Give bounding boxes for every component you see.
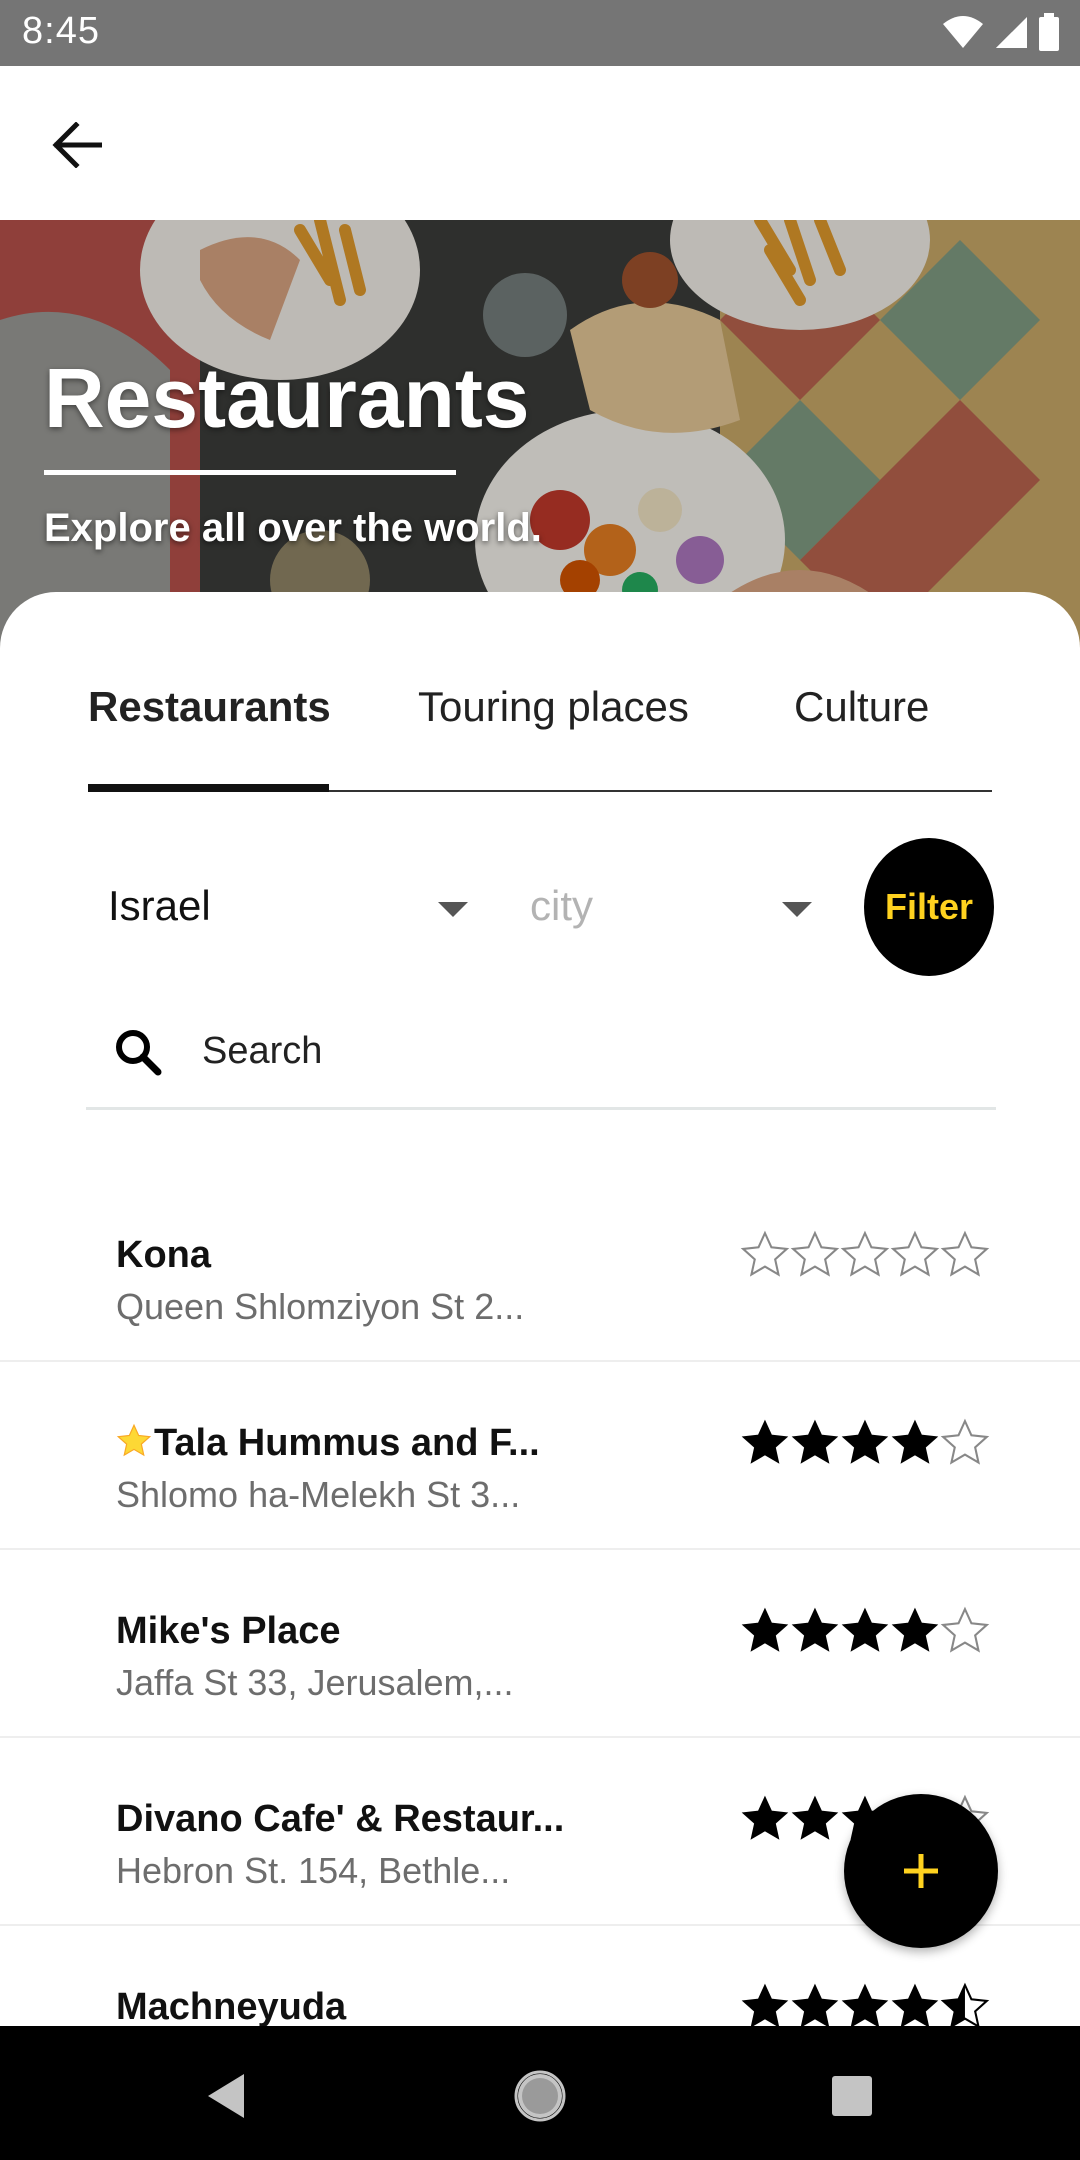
triangle-back-icon — [208, 2074, 244, 2118]
rating-star — [791, 1795, 839, 1840]
rating-star — [891, 1419, 939, 1464]
rating-star — [791, 1983, 839, 2026]
wifi-icon — [943, 16, 983, 48]
rating-star — [741, 1419, 789, 1464]
restaurant-name: Kona — [116, 1234, 211, 1277]
hero-subtitle: Explore all over the world. — [44, 506, 542, 550]
nav-home-button[interactable] — [500, 2056, 580, 2136]
rating-star — [741, 1795, 789, 1840]
restaurant-address: Hebron St. 154, Bethle... — [116, 1850, 511, 1891]
arrow-left-icon — [52, 122, 102, 168]
restaurant-name: Tala Hummus and F... — [116, 1422, 540, 1465]
hero-title: Restaurants — [44, 351, 530, 445]
rating-star — [940, 1230, 990, 1277]
city-placeholder: city — [530, 882, 593, 929]
chevron-down-icon — [782, 902, 812, 917]
nav-back-button[interactable] — [186, 2056, 266, 2136]
signal-icon — [996, 17, 1027, 48]
search-bar — [86, 992, 996, 1110]
rating-star — [841, 1983, 889, 2026]
search-input[interactable] — [202, 1014, 962, 1088]
square-recents-icon — [832, 2076, 872, 2116]
tab-culture[interactable]: Culture — [794, 672, 929, 790]
add-button[interactable] — [844, 1794, 998, 1948]
restaurant-name: Divano Cafe' & Restaur... — [116, 1798, 564, 1841]
hero-divider — [44, 470, 456, 475]
rating-star — [741, 1983, 789, 2026]
rating-star — [790, 1230, 840, 1277]
rating-star — [841, 1419, 889, 1464]
status-time: 8:45 — [22, 10, 100, 52]
rating-star — [940, 1418, 990, 1465]
category-tabs: Restaurants Touring places Culture — [88, 672, 992, 792]
system-nav-bar — [0, 2026, 1080, 2160]
chevron-down-icon — [438, 902, 468, 917]
rating-star — [791, 1419, 839, 1464]
tab-restaurants[interactable]: Restaurants — [88, 672, 331, 790]
list-item[interactable]: Mike's Place Jaffa St 33, Jerusalem,... — [0, 1550, 1080, 1738]
filter-row: Israel city Filter — [88, 838, 1000, 978]
restaurant-name-text: Mike's Place — [116, 1610, 341, 1652]
list-item[interactable]: Kona Queen Shlomziyon St 2... — [0, 1174, 1080, 1362]
hero-banner: Restaurants Explore all over the world. — [0, 220, 1080, 650]
rating-star — [741, 1607, 789, 1652]
rating-star — [891, 1607, 939, 1652]
star-rating — [741, 1982, 990, 2026]
restaurant-name: Mike's Place — [116, 1610, 341, 1653]
list-item[interactable]: Tala Hummus and F... Shlomo ha-Melekh St … — [0, 1362, 1080, 1550]
restaurant-address: Queen Shlomziyon St 2... — [116, 1286, 525, 1327]
circle-home-icon — [514, 2070, 566, 2122]
rating-star — [890, 1230, 940, 1277]
rating-star — [791, 1607, 839, 1652]
restaurant-name-text: Machneyuda — [116, 1986, 347, 2026]
rating-star — [940, 1606, 990, 1653]
city-dropdown[interactable]: city — [530, 852, 820, 956]
nav-recents-button[interactable] — [812, 2056, 892, 2136]
restaurant-name: Machneyuda — [116, 1986, 346, 2026]
star-rating — [740, 1230, 990, 1277]
plus-icon — [904, 1854, 938, 1888]
tab-touring-places[interactable]: Touring places — [418, 672, 689, 790]
restaurant-address: Shlomo ha-Melekh St 3... — [116, 1474, 521, 1515]
tab-indicator — [88, 784, 329, 792]
restaurant-name-text: Kona — [116, 1234, 211, 1276]
status-bar: 8:45 — [0, 0, 1080, 66]
filter-button[interactable]: Filter — [864, 838, 994, 976]
star-rating — [741, 1606, 990, 1653]
restaurant-name-text: Tala Hummus and F... — [154, 1422, 540, 1464]
restaurant-name-text: Divano Cafe' & Restaur... — [116, 1798, 565, 1840]
country-dropdown[interactable]: Israel — [88, 852, 478, 956]
restaurant-address: Jaffa St 33, Jerusalem,... — [116, 1662, 514, 1703]
rating-star — [740, 1230, 790, 1277]
featured-star-icon — [116, 1423, 152, 1457]
app-bar — [0, 66, 1080, 220]
star-rating — [741, 1418, 990, 1465]
battery-icon — [1039, 13, 1059, 51]
search-icon — [116, 1030, 162, 1076]
country-value: Israel — [108, 882, 211, 929]
rating-star — [841, 1607, 889, 1652]
back-button[interactable] — [40, 112, 114, 178]
rating-star — [840, 1230, 890, 1277]
status-icons — [942, 12, 1060, 52]
rating-star — [891, 1983, 939, 2026]
